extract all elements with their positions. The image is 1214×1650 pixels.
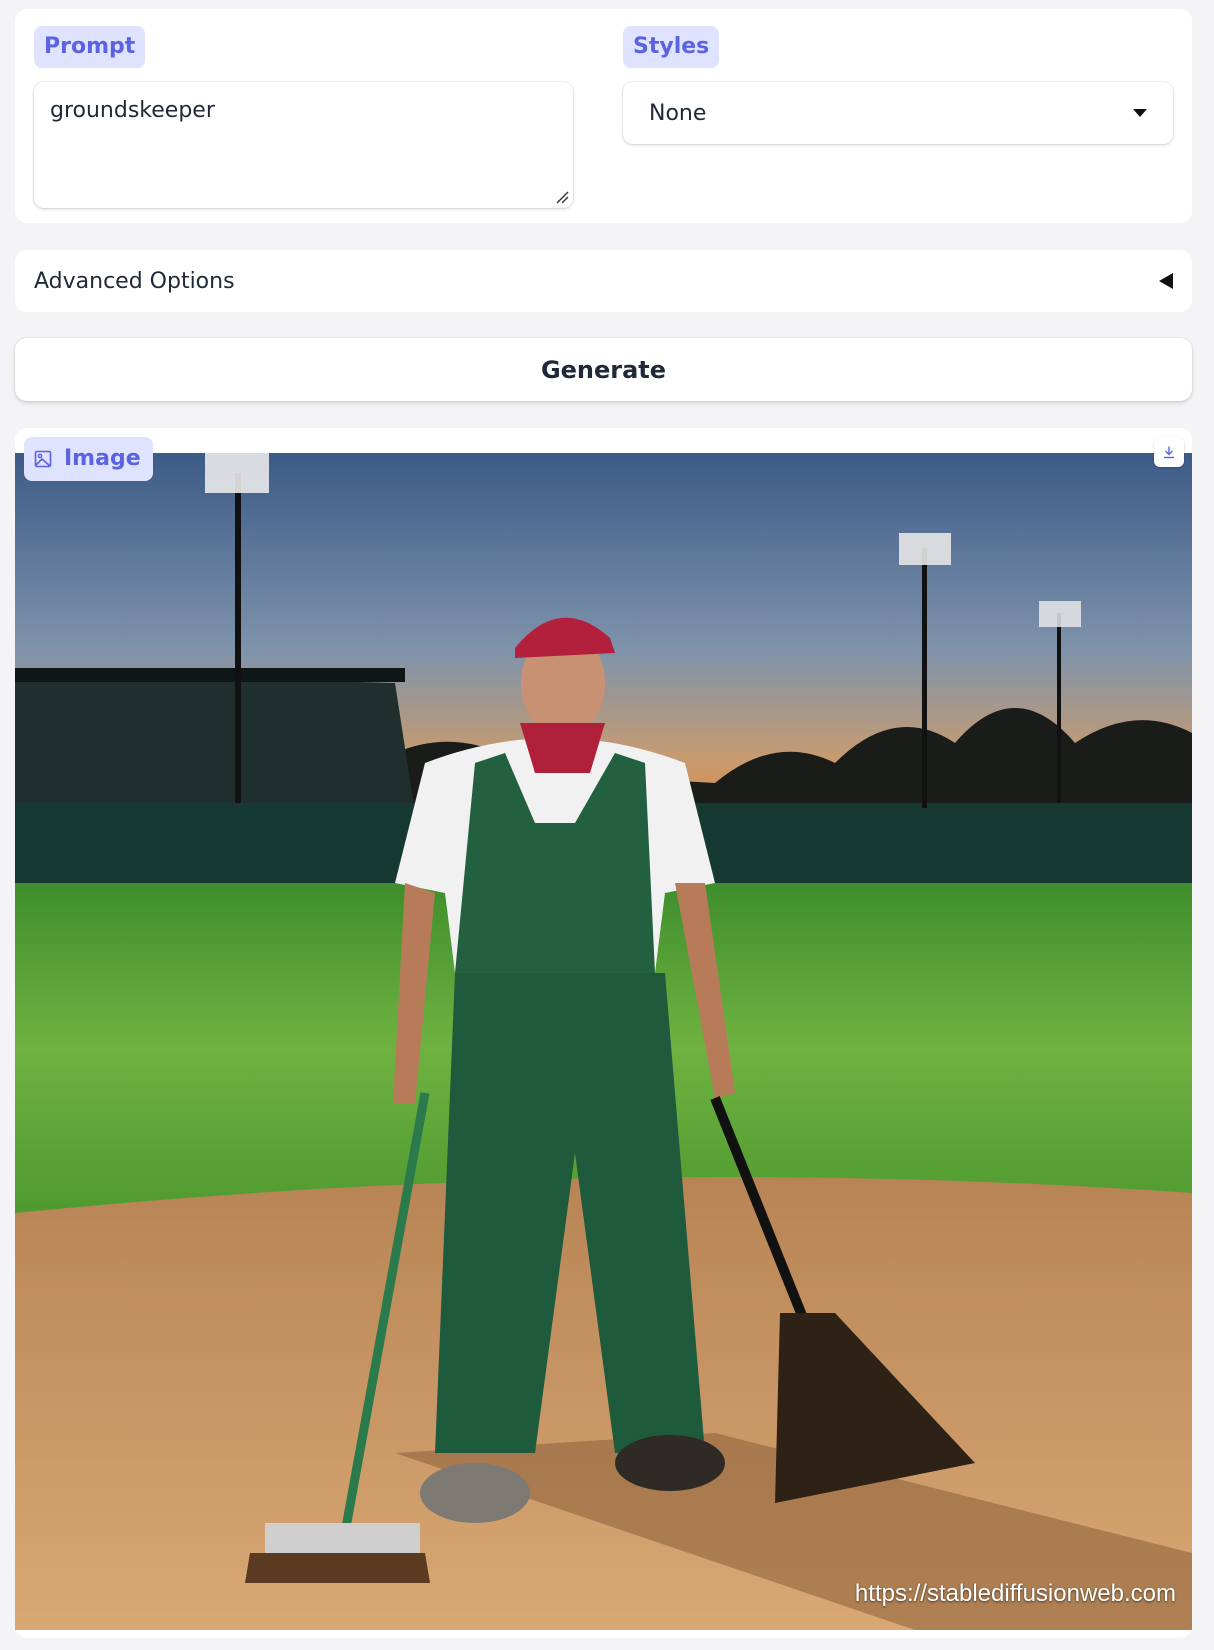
download-button[interactable] [1154,437,1184,467]
image-watermark: https://stablediffusionweb.com [854,1580,1176,1607]
image-label-chip: Image [24,437,153,481]
styles-dropdown[interactable]: None [623,82,1173,144]
resize-handle-icon[interactable] [555,190,569,204]
download-icon [1164,446,1174,459]
styles-label: Styles [623,26,720,68]
generated-image: https://stablediffusionweb.com [15,453,1192,1630]
prompt-textarea[interactable]: groundskeeper [34,82,573,208]
styles-selected-value: None [649,100,707,126]
generate-button[interactable]: Generate [15,338,1192,401]
input-panel: Prompt groundskeeper Styles None [15,9,1192,223]
prompt-value: groundskeeper [50,98,215,123]
prompt-label: Prompt [34,26,146,68]
advanced-options-accordion[interactable]: Advanced Options [15,250,1192,312]
image-label: Image [64,446,141,471]
image-icon [34,450,52,468]
image-output-panel: Image https://stablediffusionweb.com [15,428,1192,1638]
chevron-down-icon [1133,109,1147,117]
advanced-options-label: Advanced Options [34,268,235,294]
collapse-arrow-icon [1159,273,1173,289]
generated-image-picture [15,453,1192,1630]
